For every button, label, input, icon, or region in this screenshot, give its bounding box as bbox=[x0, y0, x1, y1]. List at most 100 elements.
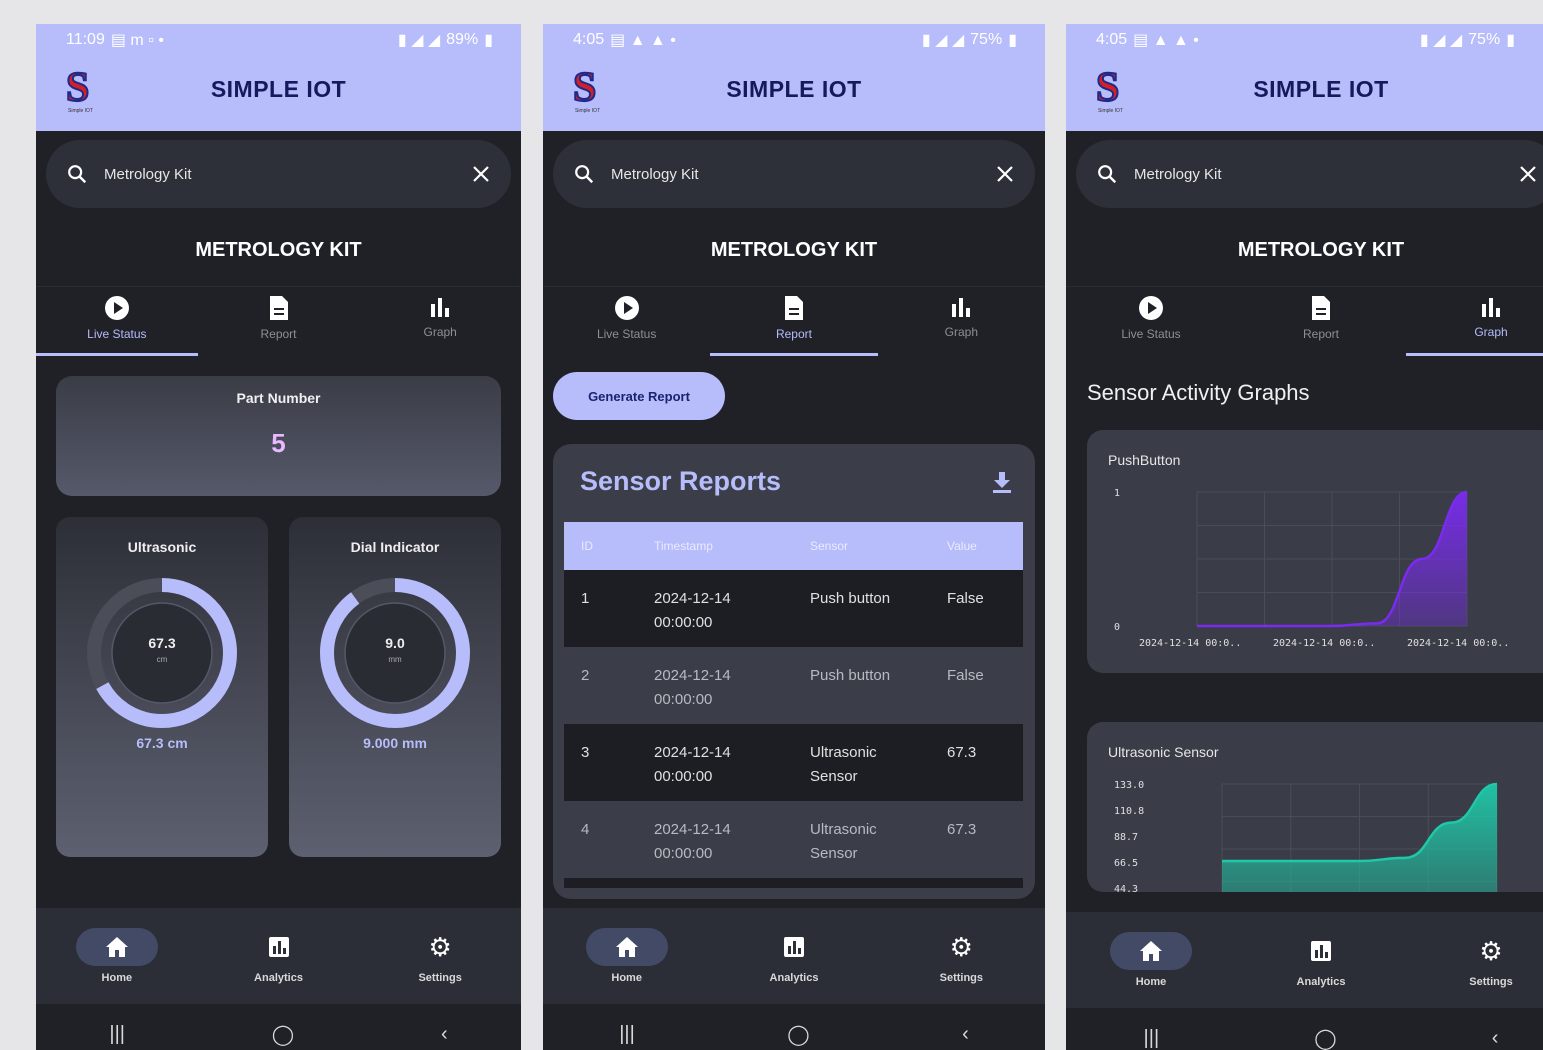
bar-chart-icon bbox=[952, 298, 971, 317]
phone-graph: 4:05 ▤ ▲ ▲ • ▮ ◢ ◢ 75% ▮ S Simple IOT SIMPLE… bbox=[1066, 24, 1543, 1050]
phone-report: 4:05 ▤ ▲ ▲ • ▮ ◢ ◢ 75% ▮ S Simple IOT SIMPLE… bbox=[543, 24, 1045, 1050]
app-title: SIMPLE IOT bbox=[210, 76, 347, 102]
tab-label: Live Status bbox=[87, 327, 147, 341]
back-icon[interactable]: ‹ bbox=[1492, 1027, 1499, 1050]
nav-home[interactable]: Home bbox=[36, 908, 198, 1004]
search-icon bbox=[575, 165, 594, 184]
y-tick-label: 44.3 bbox=[1114, 884, 1138, 892]
battery-icon: ▮ bbox=[484, 32, 493, 49]
tab-report[interactable]: Report bbox=[198, 287, 360, 356]
tab-live-status[interactable]: Live Status bbox=[36, 287, 198, 356]
recent-apps-icon[interactable]: ||| bbox=[619, 1023, 635, 1046]
dial-indicator-gauge bbox=[320, 578, 470, 728]
signal-icon: ▮ ◢ ◢ bbox=[921, 32, 965, 49]
search-bar[interactable]: Metrology Kit bbox=[46, 140, 511, 208]
tab-graph[interactable]: Graph bbox=[878, 287, 1045, 356]
app-bar: S Simple IOT SIMPLE IOT bbox=[36, 56, 521, 131]
back-icon[interactable]: ‹ bbox=[441, 1023, 448, 1046]
close-icon[interactable] bbox=[995, 164, 1015, 184]
nav-label: Home bbox=[101, 972, 133, 984]
system-nav: ||| ◯ ‹ bbox=[36, 1004, 521, 1050]
recent-apps-icon[interactable]: ||| bbox=[109, 1023, 125, 1046]
battery-icon: ▮ bbox=[1506, 32, 1515, 49]
gauge-reading: 9.000 mm bbox=[363, 735, 427, 751]
ultrasonic-graph-card: Ultrasonic Sensor 133.0 110.8 88.7 66.5 44.3 bbox=[1087, 722, 1543, 892]
ultrasonic-gauge bbox=[87, 578, 237, 728]
part-number-label: Part Number bbox=[236, 390, 321, 406]
cell-value: 67.3 bbox=[947, 744, 977, 761]
home-circle-icon[interactable]: ◯ bbox=[787, 1022, 809, 1047]
gauge-center-value: 9.0 bbox=[385, 635, 405, 651]
cell-id: 4 bbox=[581, 821, 590, 838]
tab-label: Report bbox=[1302, 327, 1340, 341]
sensor-reports-card: Sensor Reports ID Timestamp Sensor Value… bbox=[553, 444, 1035, 899]
home-circle-icon[interactable]: ◯ bbox=[272, 1022, 294, 1047]
app-bar: S Simple IOT SIMPLE IOT bbox=[543, 56, 1045, 131]
close-icon[interactable] bbox=[471, 164, 491, 184]
tab-graph[interactable]: Graph bbox=[359, 287, 521, 356]
nav-settings[interactable]: ⚙ Settings bbox=[1406, 912, 1543, 1008]
column-sensor: Sensor bbox=[810, 539, 849, 553]
tab-live-status[interactable]: Live Status bbox=[1066, 287, 1236, 356]
search-input[interactable]: Metrology Kit bbox=[611, 166, 995, 183]
analytics-icon bbox=[268, 937, 289, 957]
status-bar: 4:05 ▤ ▲ ▲ • ▮ ◢ ◢ 75% ▮ bbox=[543, 24, 1045, 56]
analytics-icon bbox=[1311, 941, 1331, 961]
kit-title: METROLOGY KIT bbox=[1237, 239, 1405, 261]
search-icon bbox=[1098, 165, 1117, 184]
search-bar[interactable]: Metrology Kit bbox=[1076, 140, 1543, 208]
tab-live-status[interactable]: Live Status bbox=[543, 287, 710, 356]
system-nav: ||| ◯ ‹ bbox=[543, 1004, 1045, 1050]
gear-icon: ⚙ bbox=[1479, 935, 1503, 966]
y-tick-label: 0 bbox=[1114, 622, 1120, 633]
document-icon bbox=[784, 296, 803, 320]
pushbutton-graph-card: PushButton 0 1 2024-12-14 00:0.. 2024-12-14… bbox=[1087, 430, 1543, 673]
nav-label: Analytics bbox=[1296, 976, 1346, 988]
recent-apps-icon[interactable]: ||| bbox=[1144, 1027, 1160, 1050]
back-icon[interactable]: ‹ bbox=[962, 1023, 969, 1046]
search-input[interactable]: Metrology Kit bbox=[1134, 166, 1518, 183]
nav-home[interactable]: Home bbox=[1066, 912, 1236, 1008]
nav-analytics[interactable]: Analytics bbox=[710, 908, 877, 1004]
nav-analytics[interactable]: Analytics bbox=[198, 908, 360, 1004]
y-tick-label: 110.8 bbox=[1114, 806, 1144, 817]
kit-title: METROLOGY KIT bbox=[710, 239, 878, 261]
bottom-nav: Home Analytics ⚙ Settings bbox=[1066, 912, 1543, 1008]
y-tick-label: 133.0 bbox=[1114, 780, 1144, 791]
signal-icon: ▮ ◢ ◢ bbox=[397, 32, 441, 49]
app-bar: S Simple IOT SIMPLE IOT bbox=[1066, 56, 1543, 131]
tab-graph[interactable]: Graph bbox=[1406, 287, 1543, 356]
close-icon[interactable] bbox=[1518, 164, 1538, 184]
home-icon bbox=[1140, 941, 1162, 961]
tab-label: Graph bbox=[944, 325, 978, 339]
status-time: 4:05 bbox=[1096, 31, 1128, 48]
search-input[interactable]: Metrology Kit bbox=[104, 166, 471, 183]
nav-analytics[interactable]: Analytics bbox=[1236, 912, 1406, 1008]
battery-level: 75% bbox=[970, 31, 1003, 48]
nav-settings[interactable]: ⚙ Settings bbox=[359, 908, 521, 1004]
play-circle-icon bbox=[614, 296, 639, 320]
bottom-nav: Home Analytics ⚙ Settings bbox=[36, 908, 521, 1004]
status-icons: ▤ ▲ ▲ • bbox=[1133, 32, 1199, 49]
gear-icon: ⚙ bbox=[949, 931, 973, 962]
bar-chart-icon bbox=[1482, 298, 1500, 317]
table-row-partial bbox=[564, 878, 1023, 888]
home-circle-icon[interactable]: ◯ bbox=[1314, 1026, 1336, 1050]
nav-settings[interactable]: ⚙ Settings bbox=[878, 908, 1045, 1004]
phone-live-status: 11:09 ▤ m ▫ • ▮ ◢ ◢ 89% ▮ S Simple IOT SIMPL… bbox=[36, 24, 521, 1050]
tab-label: Report bbox=[260, 327, 297, 341]
download-icon[interactable] bbox=[991, 470, 1013, 494]
tab-report[interactable]: Report bbox=[710, 287, 878, 356]
play-circle-icon bbox=[104, 296, 129, 320]
nav-home[interactable]: Home bbox=[543, 908, 710, 1004]
kit-title: METROLOGY KIT bbox=[195, 239, 362, 261]
generate-report-button[interactable]: Generate Report bbox=[553, 372, 725, 420]
tab-report[interactable]: Report bbox=[1236, 287, 1406, 356]
tab-bar: Live Status Report Graph bbox=[1066, 286, 1543, 356]
search-bar[interactable]: Metrology Kit bbox=[553, 140, 1035, 208]
system-nav: ||| ◯ ‹ bbox=[1066, 1008, 1543, 1050]
gauge-center-value: 67.3 bbox=[148, 635, 176, 651]
cell-sensor: Ultrasonic Sensor bbox=[810, 744, 877, 785]
bottom-nav: Home Analytics ⚙ Settings bbox=[543, 908, 1045, 1004]
search-icon bbox=[68, 165, 87, 184]
